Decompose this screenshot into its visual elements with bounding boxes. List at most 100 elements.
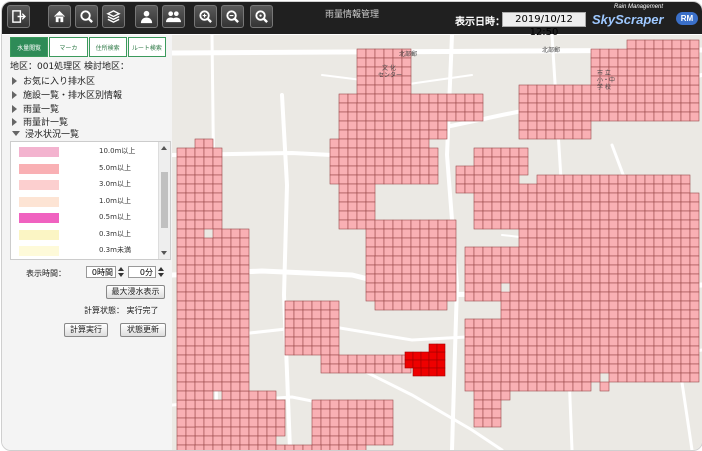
refresh-status-button[interactable]: 状態更新 bbox=[120, 323, 166, 337]
flood-cell bbox=[545, 282, 556, 293]
flood-cell bbox=[653, 111, 664, 122]
minutes-up-icon[interactable] bbox=[158, 267, 164, 271]
map-canvas[interactable] bbox=[172, 35, 702, 450]
scroll-up-icon[interactable] bbox=[161, 146, 167, 150]
flood-cell bbox=[554, 201, 565, 212]
flood-cell bbox=[257, 426, 268, 437]
flood-cell bbox=[437, 246, 448, 257]
flood-map[interactable]: 北部郵 北部郵 市 立 小・中 学 校 文 化 センター bbox=[172, 35, 702, 450]
flood-cell bbox=[608, 318, 619, 329]
flood-cell bbox=[626, 372, 637, 383]
zoom-reset-icon[interactable] bbox=[250, 5, 273, 28]
flood-cell bbox=[527, 102, 538, 113]
flood-cell bbox=[608, 183, 619, 194]
max-flood-button[interactable]: 最大浸水表示 bbox=[106, 285, 165, 299]
flood-cell bbox=[635, 327, 646, 338]
flood-cell bbox=[617, 237, 628, 248]
flood-cell bbox=[446, 273, 457, 284]
highlight-cell[interactable] bbox=[436, 367, 446, 377]
flood-cell bbox=[509, 363, 520, 374]
highlight-cell[interactable] bbox=[412, 367, 422, 377]
hours-down-icon[interactable] bbox=[118, 273, 124, 277]
zoom-in-icon[interactable] bbox=[194, 5, 217, 28]
flood-cell bbox=[230, 336, 241, 347]
highlight-cell[interactable] bbox=[412, 359, 422, 369]
highlight-cell[interactable] bbox=[436, 343, 446, 353]
flood-cell bbox=[320, 327, 331, 338]
flood-cell bbox=[554, 336, 565, 347]
flood-cell bbox=[491, 246, 502, 257]
menu-facilities[interactable]: 施設一覧・排水区別情報 bbox=[12, 88, 122, 101]
zoom-out-icon[interactable] bbox=[221, 5, 244, 28]
flood-cell bbox=[608, 309, 619, 320]
highlight-cell[interactable] bbox=[420, 359, 430, 369]
flood-cell bbox=[185, 201, 196, 212]
search-map-icon[interactable] bbox=[75, 5, 98, 28]
highlight-cell[interactable] bbox=[428, 343, 438, 353]
flood-cell bbox=[581, 255, 592, 266]
minutes-spinner[interactable]: 0分 bbox=[128, 266, 156, 278]
flood-cell bbox=[473, 318, 484, 329]
flood-cell bbox=[383, 174, 394, 185]
menu-rainfall[interactable]: 雨量一覧 bbox=[12, 102, 59, 115]
menu-favorites[interactable]: お気に入り排水区 bbox=[12, 74, 95, 87]
flood-cell bbox=[590, 345, 601, 356]
map-label-post: 北部郵 bbox=[399, 51, 418, 58]
flood-cell bbox=[644, 354, 655, 365]
highlight-cell[interactable] bbox=[404, 351, 414, 361]
flood-cell bbox=[527, 309, 538, 320]
hours-up-icon[interactable] bbox=[118, 267, 124, 271]
flood-cell bbox=[365, 435, 376, 446]
highlight-cell[interactable] bbox=[420, 351, 430, 361]
scrollbar-thumb[interactable] bbox=[161, 172, 168, 228]
menu-flood-status[interactable]: 浸水状況一覧 bbox=[12, 127, 79, 140]
highlight-cell[interactable] bbox=[420, 367, 430, 377]
flood-cell bbox=[473, 111, 484, 122]
layers-icon[interactable] bbox=[102, 5, 125, 28]
flood-cell bbox=[194, 174, 205, 185]
flood-cell bbox=[392, 291, 403, 302]
flood-cell bbox=[500, 372, 511, 383]
group-icon[interactable] bbox=[162, 5, 185, 28]
exit-icon[interactable] bbox=[7, 5, 30, 28]
tab-address-search[interactable]: 住所検索 bbox=[88, 37, 127, 57]
flood-cell bbox=[176, 192, 187, 203]
highlight-cell[interactable] bbox=[428, 359, 438, 369]
flood-cell bbox=[392, 174, 403, 185]
flood-cell bbox=[554, 372, 565, 383]
run-calc-button[interactable]: 計算実行 bbox=[64, 323, 108, 337]
flood-cell bbox=[482, 372, 493, 383]
flood-cell bbox=[428, 255, 439, 266]
flood-cell bbox=[365, 282, 376, 293]
highlight-cell[interactable] bbox=[436, 351, 446, 361]
flood-cell bbox=[563, 174, 574, 185]
flood-cell bbox=[275, 408, 286, 419]
highlight-cell[interactable] bbox=[436, 359, 446, 369]
flood-cell bbox=[581, 264, 592, 275]
flood-cell bbox=[473, 363, 484, 374]
flood-cell bbox=[500, 318, 511, 329]
flood-cell bbox=[212, 435, 223, 446]
flood-cell bbox=[590, 228, 601, 239]
highlight-cell[interactable] bbox=[412, 351, 422, 361]
tab-route-search[interactable]: ルート検索 bbox=[127, 37, 166, 57]
flood-cell bbox=[419, 228, 430, 239]
flood-cell bbox=[365, 273, 376, 284]
highlight-cell[interactable] bbox=[428, 367, 438, 377]
user-icon[interactable] bbox=[135, 5, 158, 28]
tab-marker[interactable]: マーカ bbox=[49, 37, 88, 57]
hours-spinner[interactable]: 0時間 bbox=[86, 266, 116, 278]
legend-scrollbar[interactable] bbox=[158, 142, 170, 259]
highlight-cell[interactable] bbox=[428, 351, 438, 361]
flood-cell bbox=[446, 228, 457, 239]
highlight-cell[interactable] bbox=[404, 359, 414, 369]
flood-cell bbox=[545, 201, 556, 212]
tab-water-level[interactable]: 水量閲覧 bbox=[10, 37, 49, 57]
home-icon[interactable] bbox=[48, 5, 71, 28]
minutes-down-icon[interactable] bbox=[158, 273, 164, 277]
flood-cell bbox=[536, 111, 547, 122]
flood-cell bbox=[608, 291, 619, 302]
scroll-down-icon[interactable] bbox=[161, 251, 167, 255]
flood-cell bbox=[257, 390, 268, 401]
flood-cell bbox=[176, 327, 187, 338]
